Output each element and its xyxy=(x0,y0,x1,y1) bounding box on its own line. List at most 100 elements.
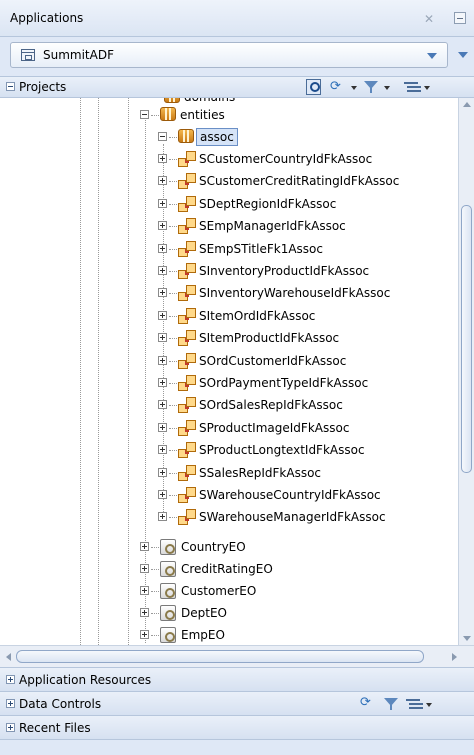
filter-icon[interactable] xyxy=(364,79,378,95)
expand-icon[interactable] xyxy=(140,608,149,617)
filter-dropdown-icon[interactable] xyxy=(384,86,390,90)
tree-node-association[interactable]: SWarehouseCountryIdFkAssoc xyxy=(0,484,458,506)
tree-node-label-selected: assoc xyxy=(196,128,238,146)
navigator-display-options-icon[interactable] xyxy=(404,79,418,95)
association-icon xyxy=(178,442,196,459)
tree-node-association[interactable]: SProductLongtextIdFkAssoc xyxy=(0,439,458,461)
tree-node-association[interactable]: SOrdCustomerIdFkAssoc xyxy=(0,350,458,372)
expand-icon[interactable] xyxy=(140,586,149,595)
collapse-icon[interactable] xyxy=(6,82,15,91)
expand-icon[interactable] xyxy=(158,154,167,163)
horizontal-scroll-thumb[interactable] xyxy=(16,650,424,663)
chevron-down-icon[interactable] xyxy=(427,53,437,59)
expand-icon[interactable] xyxy=(158,310,167,320)
association-icon xyxy=(178,218,196,235)
association-icon xyxy=(178,464,196,481)
expand-icon[interactable] xyxy=(158,422,167,432)
entity-object-icon xyxy=(160,561,176,577)
tree-node-label: SOrdSalesRepIdFkAssoc xyxy=(199,398,343,413)
tree-connector xyxy=(169,517,177,519)
tree-connector xyxy=(169,181,177,183)
tree-node-label: SEmpSTitleFk1Assoc xyxy=(199,241,323,256)
minimize-icon[interactable] xyxy=(454,12,466,24)
recent-files-section[interactable]: Recent Files xyxy=(0,715,474,739)
expand-icon[interactable] xyxy=(158,490,167,499)
expand-icon[interactable] xyxy=(158,467,167,477)
expand-icon[interactable] xyxy=(158,378,167,387)
tree-node-entity-object[interactable]: CreditRatingEO xyxy=(0,558,458,580)
panel-footer xyxy=(0,739,474,755)
tree-node-association[interactable]: SInventoryProductIdFkAssoc xyxy=(0,260,458,282)
horizontal-scrollbar[interactable] xyxy=(0,645,474,667)
tree-node-label: entities xyxy=(180,108,225,122)
expand-icon[interactable] xyxy=(158,333,167,343)
expand-icon[interactable] xyxy=(6,723,15,732)
close-icon[interactable]: ✕ xyxy=(424,12,434,26)
application-menu-dropdown-icon[interactable] xyxy=(458,52,468,58)
applications-panel-header: Applications ✕ xyxy=(0,0,474,37)
expand-icon[interactable] xyxy=(158,176,167,186)
tree-node-association[interactable]: SProductImageIdFkAssoc xyxy=(0,417,458,439)
scroll-left-icon[interactable] xyxy=(6,653,11,661)
tree-node-association[interactable]: SCustomerCreditRatingIdFkAssoc xyxy=(0,170,458,192)
search-icon[interactable] xyxy=(306,79,321,95)
tree-node-label: CountryEO xyxy=(181,540,246,554)
filter-icon[interactable] xyxy=(384,696,398,712)
tree-node-association[interactable]: SSalesRepIdFkAssoc xyxy=(0,462,458,484)
tree-node-association[interactable]: SEmpSTitleFk1Assoc xyxy=(0,238,458,260)
collapse-icon[interactable] xyxy=(140,110,149,119)
expand-icon[interactable] xyxy=(140,564,149,573)
collapse-icon[interactable] xyxy=(158,132,167,141)
tree-node-association[interactable]: SInventoryWarehouseIdFkAssoc xyxy=(0,282,458,304)
application-selector[interactable]: SummitADF xyxy=(10,42,448,68)
projects-tree[interactable]: domains entities assoc SCustomerCountryI… xyxy=(0,98,458,645)
tree-node-assoc[interactable]: assoc xyxy=(0,126,458,148)
expand-icon[interactable] xyxy=(158,512,167,522)
refresh-icon[interactable]: ⟳ xyxy=(330,79,346,95)
tree-connector xyxy=(169,271,177,272)
display-options-icon[interactable] xyxy=(406,696,420,712)
display-options-dropdown-icon[interactable] xyxy=(424,86,430,90)
tree-node-entity-object[interactable]: CustomerEO xyxy=(0,580,458,602)
section-title: Application Resources xyxy=(19,673,152,687)
refresh-dropdown-icon[interactable] xyxy=(351,86,357,90)
tree-node-entities[interactable]: entities xyxy=(0,104,458,126)
tree-node-association[interactable]: SOrdSalesRepIdFkAssoc xyxy=(0,394,458,416)
tree-node-entity-object[interactable]: EmpEO xyxy=(0,624,458,645)
tree-connector xyxy=(151,613,159,614)
tree-node-label: CreditRatingEO xyxy=(181,562,273,576)
scroll-down-icon[interactable] xyxy=(463,636,471,641)
display-options-dropdown-icon[interactable] xyxy=(426,703,432,707)
expand-icon[interactable] xyxy=(158,400,167,410)
expand-icon[interactable] xyxy=(158,288,167,298)
vertical-scrollbar[interactable] xyxy=(458,98,474,645)
tree-node-entity-object[interactable]: CountryEO xyxy=(0,536,458,558)
expand-icon[interactable] xyxy=(6,675,15,684)
expand-icon[interactable] xyxy=(158,445,167,455)
vertical-scroll-thumb[interactable] xyxy=(461,205,472,473)
tree-node-association[interactable]: SItemOrdIdFkAssoc xyxy=(0,305,458,327)
data-controls-section[interactable]: Data Controls ⟳ xyxy=(0,691,474,715)
tree-node-association[interactable]: SOrdPaymentTypeIdFkAssoc xyxy=(0,372,458,394)
application-resources-section[interactable]: Application Resources xyxy=(0,667,474,691)
projects-section-header[interactable]: Projects ⟳ xyxy=(0,76,474,98)
expand-icon[interactable] xyxy=(140,630,149,639)
expand-icon[interactable] xyxy=(158,266,167,275)
expand-icon[interactable] xyxy=(140,542,149,551)
expand-icon[interactable] xyxy=(158,243,167,253)
expand-icon[interactable] xyxy=(158,221,167,231)
tree-node-association[interactable]: SWarehouseManagerIdFkAssoc xyxy=(0,506,458,528)
tree-node-association[interactable]: SEmpManagerIdFkAssoc xyxy=(0,215,458,237)
tree-node-association[interactable]: SCustomerCountryIdFkAssoc xyxy=(0,148,458,170)
scroll-right-icon[interactable] xyxy=(452,653,457,661)
tree-node-association[interactable]: SDeptRegionIdFkAssoc xyxy=(0,193,458,215)
tree-node-label: SInventoryWarehouseIdFkAssoc xyxy=(199,286,391,301)
expand-icon[interactable] xyxy=(6,699,15,708)
association-icon xyxy=(178,509,196,526)
tree-node-entity-object[interactable]: DeptEO xyxy=(0,602,458,624)
tree-node-association[interactable]: SItemProductIdFkAssoc xyxy=(0,327,458,349)
expand-icon[interactable] xyxy=(158,355,167,365)
expand-icon[interactable] xyxy=(158,198,167,208)
refresh-icon[interactable]: ⟳ xyxy=(360,695,376,711)
scroll-up-icon[interactable] xyxy=(463,102,471,107)
